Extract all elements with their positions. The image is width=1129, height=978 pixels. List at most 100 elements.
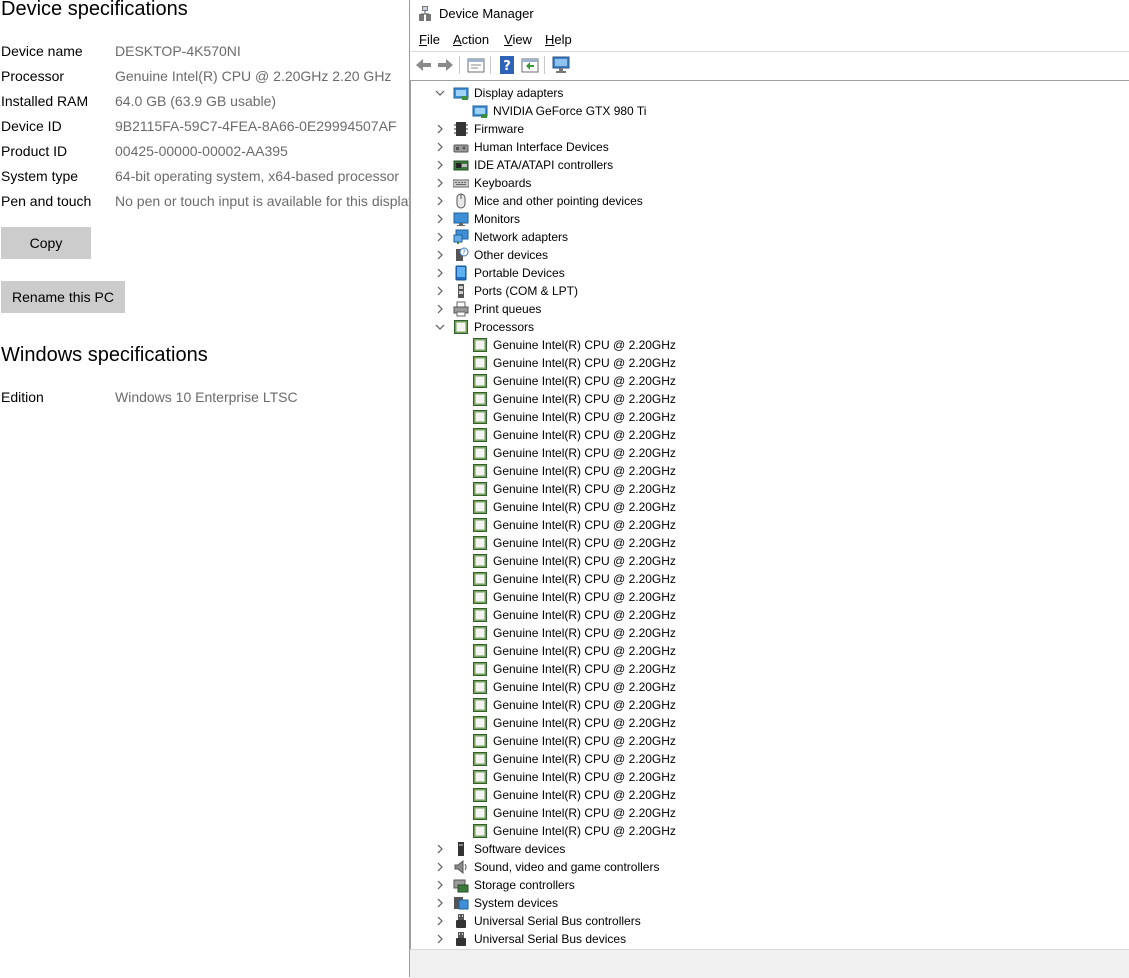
processor-icon <box>473 446 487 460</box>
tree-device-item[interactable]: Genuine Intel(R) CPU @ 2.20GHz <box>411 426 1111 444</box>
processor-icon <box>473 482 487 496</box>
title-bar[interactable]: Device Manager <box>410 0 1129 28</box>
tree-device-item[interactable]: NVIDIA GeForce GTX 980 Ti <box>411 102 1111 120</box>
tree-device-item[interactable]: Genuine Intel(R) CPU @ 2.20GHz <box>411 390 1111 408</box>
help-icon[interactable]: ? <box>497 55 517 75</box>
ide-controller-icon <box>453 160 469 171</box>
chevron-right-icon[interactable] <box>434 843 446 855</box>
chevron-right-icon[interactable] <box>434 897 446 909</box>
chevron-down-icon[interactable] <box>434 87 446 99</box>
chevron-right-icon[interactable] <box>434 879 446 891</box>
menu-action[interactable]: Action <box>453 32 489 47</box>
tree-device-item[interactable]: Genuine Intel(R) CPU @ 2.20GHz <box>411 714 1111 732</box>
spec-label: Processor <box>1 68 65 84</box>
tree-category-system-devices[interactable]: System devices <box>411 894 1111 912</box>
usb-icon <box>456 914 466 928</box>
tree-device-label: Genuine Intel(R) CPU @ 2.20GHz <box>493 644 676 658</box>
update-driver-icon[interactable] <box>520 55 540 75</box>
properties-icon[interactable] <box>466 55 486 75</box>
processor-icon <box>473 734 487 748</box>
chevron-right-icon[interactable] <box>434 861 446 873</box>
tree-device-label: Genuine Intel(R) CPU @ 2.20GHz <box>493 608 676 622</box>
chevron-right-icon[interactable] <box>434 231 446 243</box>
chevron-right-icon[interactable] <box>434 195 446 207</box>
tree-category-sound-video-and-game-controllers[interactable]: Sound, video and game controllers <box>411 858 1111 876</box>
rename-pc-button[interactable]: Rename this PC <box>1 281 125 313</box>
tree-category-ide-ata-atapi-controllers[interactable]: IDE ATA/ATAPI controllers <box>411 156 1111 174</box>
chevron-right-icon[interactable] <box>434 123 446 135</box>
tree-device-item[interactable]: Genuine Intel(R) CPU @ 2.20GHz <box>411 462 1111 480</box>
tree-device-label: Genuine Intel(R) CPU @ 2.20GHz <box>493 626 676 640</box>
tree-device-item[interactable]: Genuine Intel(R) CPU @ 2.20GHz <box>411 606 1111 624</box>
tree-category-keyboards[interactable]: Keyboards <box>411 174 1111 192</box>
chevron-right-icon[interactable] <box>434 933 446 945</box>
chevron-right-icon[interactable] <box>434 915 446 927</box>
tree-category-network-adapters[interactable]: Network adapters <box>411 228 1111 246</box>
tree-device-item[interactable]: Genuine Intel(R) CPU @ 2.20GHz <box>411 804 1111 822</box>
mouse-icon <box>456 193 466 209</box>
tree-category-label: Software devices <box>474 842 566 856</box>
tree-category-processors[interactable]: Processors <box>411 318 1111 336</box>
spec-label: Product ID <box>1 143 68 159</box>
storage-controller-icon <box>453 879 469 893</box>
tree-device-item[interactable]: Genuine Intel(R) CPU @ 2.20GHz <box>411 786 1111 804</box>
chevron-right-icon[interactable] <box>434 303 446 315</box>
tree-device-label: Genuine Intel(R) CPU @ 2.20GHz <box>493 590 676 604</box>
tree-category-portable-devices[interactable]: Portable Devices <box>411 264 1111 282</box>
tree-device-item[interactable]: Genuine Intel(R) CPU @ 2.20GHz <box>411 480 1111 498</box>
tree-category-storage-controllers[interactable]: Storage controllers <box>411 876 1111 894</box>
chevron-right-icon[interactable] <box>434 249 446 261</box>
tree-device-item[interactable]: Genuine Intel(R) CPU @ 2.20GHz <box>411 534 1111 552</box>
tree-category-human-interface-devices[interactable]: Human Interface Devices <box>411 138 1111 156</box>
tree-device-item[interactable]: Genuine Intel(R) CPU @ 2.20GHz <box>411 822 1111 840</box>
tree-device-item[interactable]: Genuine Intel(R) CPU @ 2.20GHz <box>411 588 1111 606</box>
scan-hardware-icon[interactable] <box>551 55 571 75</box>
port-icon <box>458 284 464 298</box>
tree-category-label: Sound, video and game controllers <box>474 860 660 874</box>
tree-device-item[interactable]: Genuine Intel(R) CPU @ 2.20GHz <box>411 444 1111 462</box>
tree-category-universal-serial-bus-devices[interactable]: Universal Serial Bus devices <box>411 930 1111 948</box>
tree-category-display-adapters[interactable]: Display adapters <box>411 84 1111 102</box>
tree-device-item[interactable]: Genuine Intel(R) CPU @ 2.20GHz <box>411 354 1111 372</box>
tree-category-other-devices[interactable]: ? Other devices <box>411 246 1111 264</box>
tree-device-item[interactable]: Genuine Intel(R) CPU @ 2.20GHz <box>411 336 1111 354</box>
menu-help[interactable]: Help <box>545 32 572 47</box>
tree-device-item[interactable]: Genuine Intel(R) CPU @ 2.20GHz <box>411 678 1111 696</box>
tree-device-item[interactable]: Genuine Intel(R) CPU @ 2.20GHz <box>411 660 1111 678</box>
tree-device-item[interactable]: Genuine Intel(R) CPU @ 2.20GHz <box>411 516 1111 534</box>
forward-arrow-icon[interactable] <box>435 55 455 75</box>
tree-device-item[interactable]: Genuine Intel(R) CPU @ 2.20GHz <box>411 642 1111 660</box>
chevron-right-icon[interactable] <box>434 213 446 225</box>
processor-icon <box>473 806 487 820</box>
menu-file[interactable]: File <box>419 32 440 47</box>
tree-category-universal-serial-bus-controllers[interactable]: Universal Serial Bus controllers <box>411 912 1111 930</box>
spec-value: No pen or touch input is available for t… <box>115 193 409 209</box>
back-arrow-icon[interactable] <box>414 55 434 75</box>
tree-category-ports-com-lpt[interactable]: Ports (COM & LPT) <box>411 282 1111 300</box>
copy-button[interactable]: Copy <box>1 227 91 259</box>
tree-device-item[interactable]: Genuine Intel(R) CPU @ 2.20GHz <box>411 552 1111 570</box>
tree-category-print-queues[interactable]: Print queues <box>411 300 1111 318</box>
tree-category-monitors[interactable]: Monitors <box>411 210 1111 228</box>
tree-device-item[interactable]: Genuine Intel(R) CPU @ 2.20GHz <box>411 732 1111 750</box>
tree-category-mice-and-other-pointing-devices[interactable]: Mice and other pointing devices <box>411 192 1111 210</box>
tree-device-item[interactable]: Genuine Intel(R) CPU @ 2.20GHz <box>411 408 1111 426</box>
processor-icon <box>473 788 487 802</box>
tree-device-item[interactable]: Genuine Intel(R) CPU @ 2.20GHz <box>411 768 1111 786</box>
tree-device-item[interactable]: Genuine Intel(R) CPU @ 2.20GHz <box>411 696 1111 714</box>
chevron-right-icon[interactable] <box>434 177 446 189</box>
chevron-down-icon[interactable] <box>434 321 446 333</box>
tree-device-item[interactable]: Genuine Intel(R) CPU @ 2.20GHz <box>411 498 1111 516</box>
menu-view[interactable]: View <box>504 32 532 47</box>
processor-icon <box>473 554 487 568</box>
chevron-right-icon[interactable] <box>434 159 446 171</box>
chevron-right-icon[interactable] <box>434 285 446 297</box>
chevron-right-icon[interactable] <box>434 141 446 153</box>
tree-category-firmware[interactable]: Firmware <box>411 120 1111 138</box>
chevron-right-icon[interactable] <box>434 267 446 279</box>
tree-category-software-devices[interactable]: Software devices <box>411 840 1111 858</box>
tree-device-item[interactable]: Genuine Intel(R) CPU @ 2.20GHz <box>411 750 1111 768</box>
tree-device-item[interactable]: Genuine Intel(R) CPU @ 2.20GHz <box>411 624 1111 642</box>
tree-device-item[interactable]: Genuine Intel(R) CPU @ 2.20GHz <box>411 372 1111 390</box>
tree-device-item[interactable]: Genuine Intel(R) CPU @ 2.20GHz <box>411 570 1111 588</box>
